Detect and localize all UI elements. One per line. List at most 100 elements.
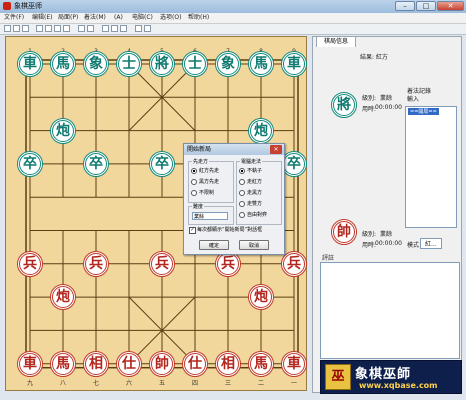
new-game-dialog: 開始新局 ✕ 先走方 紅方先走 黑方先走 不限制 電腦走法 不執子 走紅方 走黑… [183, 143, 285, 255]
black-level-value: 業餘 [380, 95, 393, 102]
window-title: 象棋巫师 [14, 2, 42, 10]
red-piece[interactable]: 相 [83, 350, 109, 377]
first-move-icon[interactable] [36, 25, 43, 32]
red-side-piece: 帥 [331, 219, 357, 245]
red-piece[interactable]: 炮 [50, 284, 76, 311]
help-icon[interactable] [144, 25, 151, 32]
green-piece[interactable]: 卒 [17, 150, 43, 177]
red-piece[interactable]: 仕 [116, 350, 142, 377]
redo-icon[interactable] [87, 25, 94, 32]
green-piece[interactable]: 士 [116, 51, 142, 77]
green-piece[interactable]: 炮 [50, 117, 76, 144]
brand-banner[interactable]: 巫 象棋巫師 www.xqbase.com [320, 360, 462, 394]
dialog-close-icon[interactable]: ✕ [270, 145, 282, 154]
green-piece[interactable]: 將 [149, 51, 175, 77]
tab-game-info[interactable]: 棋局信息 [316, 36, 356, 47]
last-move-icon[interactable] [63, 25, 70, 32]
black-time-label: 用時: [362, 106, 377, 113]
radio-computer-red[interactable]: 走紅方 [239, 178, 262, 185]
brand-name: 象棋巫師 [355, 367, 412, 382]
red-piece[interactable]: 仕 [182, 350, 208, 377]
prev-move-icon[interactable] [45, 25, 52, 32]
menu-computer[interactable]: 电脑(C) [132, 13, 153, 23]
radio-no-computer[interactable]: 不執子 [239, 167, 262, 174]
red-piece[interactable]: 兵 [17, 250, 43, 277]
computer-move-title: 電腦走法 [240, 158, 263, 165]
red-piece[interactable]: 相 [215, 350, 241, 377]
difficulty-select[interactable]: 業餘 [192, 212, 228, 220]
first-mover-title: 先走方 [192, 158, 210, 165]
difficulty-group: 難度 業餘 [188, 203, 234, 225]
red-piece[interactable]: 兵 [83, 250, 109, 277]
flip-icon[interactable] [102, 25, 109, 32]
settings-icon[interactable] [135, 25, 142, 32]
save-icon[interactable] [22, 25, 29, 32]
cancel-button[interactable]: 取消 [239, 240, 269, 250]
file-coordinate-bottom: 九 [26, 380, 34, 387]
toolbar [0, 24, 466, 35]
green-piece[interactable]: 卒 [83, 150, 109, 177]
computer-move-group: 電腦走法 不執子 走紅方 走黑方 走雙方 自由對弈 [236, 158, 282, 225]
move-list[interactable]: ==開局== [405, 106, 457, 228]
red-piece[interactable]: 馬 [248, 350, 274, 377]
menu-options[interactable]: 选项(O) [160, 13, 181, 23]
green-piece[interactable]: 馬 [50, 51, 76, 77]
first-mover-group: 先走方 紅方先走 黑方先走 不限制 [188, 158, 234, 203]
stop-icon[interactable] [120, 25, 127, 32]
red-level-value: 業餘 [380, 231, 393, 238]
file-coordinate-bottom: 八 [59, 380, 67, 387]
file-coordinate-bottom: 二 [257, 380, 265, 387]
show-dialog-checkbox[interactable]: ✓ [189, 227, 196, 234]
red-piece[interactable]: 兵 [149, 250, 175, 277]
menu-help[interactable]: 帮助(H) [188, 13, 209, 23]
file-coordinate-bottom: 三 [224, 380, 232, 387]
black-side-piece: 將 [331, 92, 357, 118]
radio-red-first[interactable]: 紅方先走 [191, 167, 219, 174]
red-piece[interactable]: 帥 [149, 350, 175, 377]
green-piece[interactable]: 象 [83, 51, 109, 77]
menu-move[interactable]: 着法(M) [84, 13, 106, 23]
minimize-button[interactable]: – [395, 1, 415, 11]
menu-a[interactable]: (A) [114, 13, 123, 23]
green-piece[interactable]: 車 [281, 51, 307, 77]
mode-select[interactable]: 紅... [420, 238, 442, 249]
result-label: 結果: 紅方 [360, 54, 388, 61]
red-level-label: 級別: [362, 231, 377, 238]
radio-no-limit[interactable]: 不限制 [191, 189, 214, 196]
file-coordinate-bottom: 六 [125, 380, 133, 387]
open-icon[interactable] [13, 25, 20, 32]
black-level-label: 級別: [362, 95, 377, 102]
radio-computer-black[interactable]: 走黑方 [239, 189, 262, 196]
menu-file[interactable]: 文件(F) [4, 13, 24, 23]
menu-edit[interactable]: 编辑(E) [32, 13, 52, 23]
notes-textarea[interactable] [320, 262, 460, 359]
close-button[interactable]: ✕ [437, 1, 464, 11]
red-piece[interactable]: 馬 [50, 350, 76, 377]
red-piece[interactable]: 炮 [248, 284, 274, 311]
brand-logo: 巫 [325, 364, 351, 390]
move-list-item[interactable]: ==開局== [408, 108, 439, 115]
brand-url[interactable]: www.xqbase.com [359, 381, 438, 390]
dialog-title: 開始新局 [184, 144, 284, 155]
ok-button[interactable]: 確定 [199, 240, 229, 250]
title-bar: 象棋巫师 – □ ✕ [0, 0, 466, 13]
app-icon [3, 2, 11, 10]
radio-black-first[interactable]: 黑方先走 [191, 178, 219, 185]
green-piece[interactable]: 象 [215, 51, 241, 77]
green-piece[interactable]: 車 [17, 51, 43, 77]
red-piece[interactable]: 車 [17, 350, 43, 377]
green-piece[interactable]: 炮 [248, 117, 274, 144]
red-piece[interactable]: 車 [281, 350, 307, 377]
file-coordinate-bottom: 七 [92, 380, 100, 387]
computer-move-icon[interactable] [111, 25, 118, 32]
undo-icon[interactable] [78, 25, 85, 32]
new-icon[interactable] [4, 25, 11, 32]
green-piece[interactable]: 馬 [248, 51, 274, 77]
next-move-icon[interactable] [54, 25, 61, 32]
green-piece[interactable]: 士 [182, 51, 208, 77]
green-piece[interactable]: 卒 [149, 150, 175, 177]
maximize-button[interactable]: □ [416, 1, 436, 11]
radio-computer-both[interactable]: 走雙方 [239, 200, 262, 207]
menu-position[interactable]: 局面(P) [58, 13, 78, 23]
radio-free-play[interactable]: 自由對弈 [239, 211, 267, 218]
